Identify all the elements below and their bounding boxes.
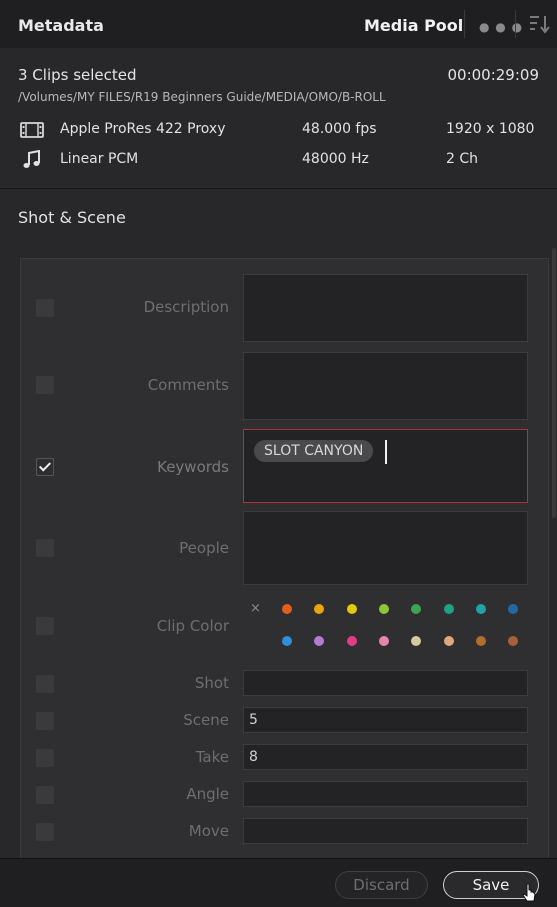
move-field[interactable] (243, 818, 528, 844)
take-checkbox[interactable] (36, 749, 54, 767)
mouse-pointer-icon (522, 883, 536, 902)
clip-color-swatch[interactable] (443, 604, 454, 614)
music-note-icon (23, 150, 40, 168)
clip-color-swatch[interactable] (378, 604, 389, 614)
angle-field[interactable] (243, 781, 528, 807)
people-field[interactable] (243, 511, 528, 585)
video-fps: 48.000 fps (302, 121, 377, 137)
keywords-label: Keywords (157, 458, 229, 476)
media-pool-button[interactable]: Media Pool (364, 16, 463, 35)
scene-label: Scene (183, 711, 229, 729)
discard-button[interactable]: Discard (335, 871, 428, 899)
keyword-tag[interactable]: SLOT CANYON (254, 440, 374, 462)
people-checkbox[interactable] (36, 539, 54, 557)
clip-color-swatch[interactable] (282, 636, 292, 646)
video-info-row: Apple ProRes 422 Proxy 48.000 fps 1920 x… (0, 118, 557, 142)
clip-color-checkbox[interactable] (36, 617, 54, 635)
text-cursor (385, 440, 387, 464)
clear-color-icon[interactable]: × (250, 601, 261, 616)
film-icon (20, 122, 44, 138)
audio-codec: Linear PCM (60, 151, 139, 167)
clip-color-swatch[interactable] (443, 636, 454, 646)
comments-field[interactable] (243, 352, 528, 420)
scene-checkbox[interactable] (36, 712, 54, 730)
keywords-checkbox[interactable] (36, 458, 54, 476)
clip-color-swatch[interactable] (475, 604, 486, 614)
panel-footer: Discard Save (0, 858, 557, 907)
panel-title: Metadata (18, 16, 104, 35)
audio-channels: 2 Ch (446, 151, 479, 167)
description-field[interactable] (243, 274, 528, 342)
video-codec: Apple ProRes 422 Proxy (60, 121, 226, 137)
clip-color-swatch[interactable] (346, 636, 357, 646)
audio-rate: 48000 Hz (302, 151, 369, 167)
shot-field[interactable] (243, 670, 528, 696)
description-label: Description (143, 298, 229, 316)
timecode: 00:00:29:09 (447, 66, 539, 84)
comments-checkbox[interactable] (36, 376, 54, 394)
clip-color-label: Clip Color (156, 617, 229, 635)
keywords-field[interactable]: SLOT CANYON (243, 429, 528, 503)
move-checkbox[interactable] (36, 823, 54, 841)
clip-color-swatch[interactable] (475, 636, 486, 646)
angle-checkbox[interactable] (36, 786, 54, 804)
section-title: Shot & Scene (18, 208, 126, 227)
shot-label: Shot (194, 674, 229, 692)
clip-color-swatch[interactable] (282, 604, 292, 614)
header-divider (515, 10, 516, 38)
clip-color-swatch[interactable] (346, 604, 357, 614)
take-value: 8 (249, 749, 258, 765)
shot-checkbox[interactable] (36, 675, 54, 693)
panel-header: Metadata Media Pool ● ● ● (0, 0, 557, 49)
description-checkbox[interactable] (36, 299, 54, 317)
metadata-panel: Metadata Media Pool ● ● ● 3 Clips select… (0, 0, 557, 907)
clips-selected-label: 3 Clips selected (18, 66, 137, 84)
take-field[interactable]: 8 (243, 744, 528, 770)
people-label: People (179, 539, 229, 557)
move-label: Move (188, 822, 229, 840)
video-resolution: 1920 x 1080 (446, 121, 535, 137)
ellipsis-icon[interactable]: ● ● ● (479, 20, 523, 34)
scrollbar[interactable] (552, 248, 556, 518)
header-divider (464, 10, 465, 38)
scene-value: 5 (249, 712, 258, 728)
clip-color-swatch[interactable] (378, 636, 389, 646)
scene-field[interactable]: 5 (243, 707, 528, 733)
take-label: Take (195, 748, 229, 766)
sort-descending-icon[interactable] (527, 12, 551, 36)
audio-info-row: Linear PCM 48000 Hz 2 Ch (0, 148, 557, 172)
angle-label: Angle (186, 785, 229, 803)
clip-info: 3 Clips selected 00:00:29:09 /Volumes/MY… (0, 48, 557, 189)
clip-path: /Volumes/MY FILES/R19 Beginners Guide/ME… (18, 90, 386, 104)
comments-label: Comments (147, 376, 229, 394)
